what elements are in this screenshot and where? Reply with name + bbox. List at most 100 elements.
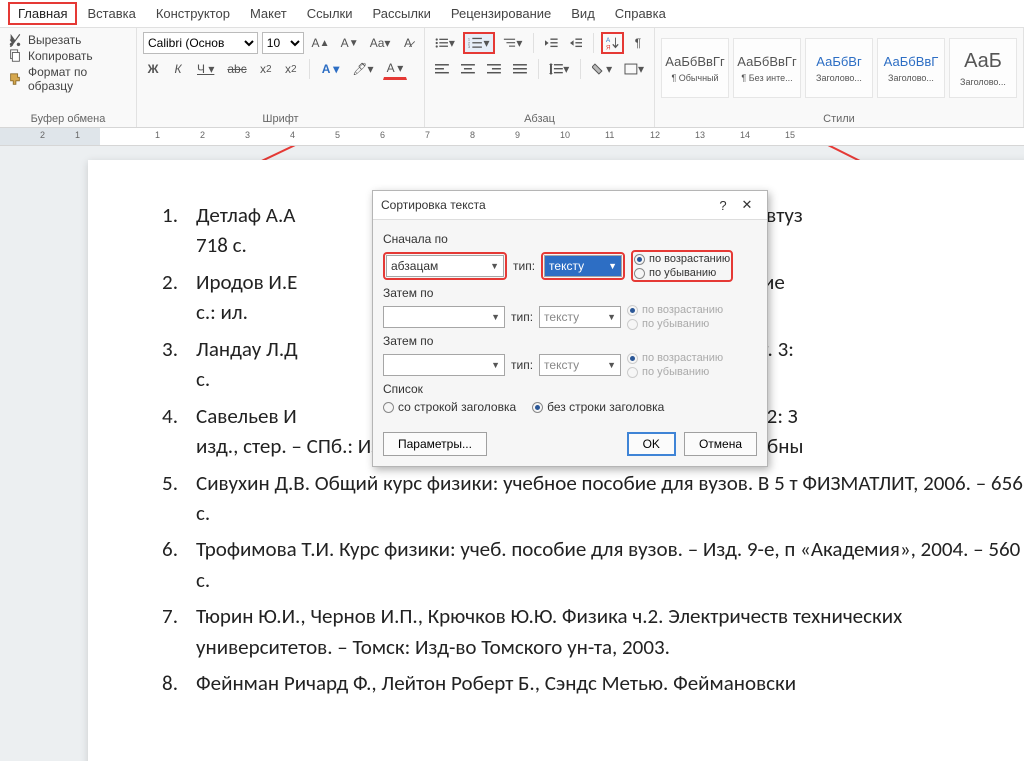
label-type3: тип: <box>511 358 533 372</box>
btn-ok[interactable]: OK <box>627 432 676 456</box>
dialog-title: Сортировка текста <box>381 198 486 212</box>
decrease-font-icon[interactable]: A▼ <box>337 32 362 54</box>
ribbon-tabs: Главная Вставка Конструктор Макет Ссылки… <box>0 0 1024 28</box>
radio-desc-3: по убыванию <box>627 366 723 378</box>
multilevel-list-icon[interactable]: ▾ <box>499 32 527 54</box>
btn-format-painter-label: Формат по образцу <box>28 65 128 93</box>
list-item: 8. Фейнман Ричард Ф., Лейтон Роберт Б., … <box>148 668 1024 698</box>
group-styles-label: Стили <box>661 113 1017 127</box>
copy-icon <box>8 49 22 63</box>
tab-review[interactable]: Рецензирование <box>441 2 561 25</box>
change-case-icon[interactable]: Aa▾ <box>366 32 394 54</box>
bold-icon[interactable]: Ж <box>143 58 163 80</box>
radio-descending[interactable]: по убыванию <box>634 267 730 279</box>
sort-field3-select[interactable]: ▼ <box>383 354 505 376</box>
tab-insert[interactable]: Вставка <box>77 2 145 25</box>
style-heading2[interactable]: АаБбВвГ Заголово... <box>877 38 945 98</box>
numbering-icon[interactable]: 123▾ <box>463 32 495 54</box>
tab-view[interactable]: Вид <box>561 2 605 25</box>
line-spacing-icon[interactable]: ▾ <box>545 58 573 80</box>
radio-without-header[interactable]: без строки заголовка <box>532 400 664 414</box>
ruler[interactable]: 2 1 1 2 3 4 5 6 7 8 9 10 11 12 13 14 15 <box>0 128 1024 146</box>
align-center-icon[interactable] <box>457 58 479 80</box>
svg-text:Я: Я <box>606 44 611 51</box>
group-clipboard-label: Буфер обмена <box>6 113 130 127</box>
sort-field-select[interactable]: абзацам▼ <box>386 255 504 277</box>
highlight-color-icon[interactable]: 🖊▾ <box>348 58 377 80</box>
bullets-icon[interactable]: ▾ <box>431 32 459 54</box>
btn-parameters[interactable]: Параметры... <box>383 432 487 456</box>
group-paragraph-label: Абзац <box>431 113 648 127</box>
strikethrough-icon[interactable]: abc <box>223 58 250 80</box>
font-size-select[interactable]: 10 <box>262 32 304 54</box>
radio-asc-2: по возрастанию <box>627 304 723 316</box>
label-first-by: Сначала по <box>383 232 757 246</box>
subscript-icon[interactable]: x2 <box>256 58 276 80</box>
shading-icon[interactable]: ▾ <box>588 58 616 80</box>
radio-asc-3: по возрастанию <box>627 352 723 364</box>
ribbon: Вырезать Копировать Формат по образцу Бу… <box>0 28 1024 128</box>
btn-cut[interactable]: Вырезать <box>6 32 130 48</box>
list-item: 7. Тюрин Ю.И., Чернов И.П., Крючков Ю.Ю.… <box>148 601 1024 662</box>
show-marks-icon[interactable]: ¶ <box>628 32 648 54</box>
style-no-spacing[interactable]: АаБбВвГг ¶ Без инте... <box>733 38 801 98</box>
label-type2: тип: <box>511 310 533 324</box>
svg-text:A: A <box>606 37 611 44</box>
btn-cancel[interactable]: Отмена <box>684 432 757 456</box>
sort-type3-select[interactable]: тексту▼ <box>539 354 621 376</box>
btn-cut-label: Вырезать <box>28 33 81 47</box>
label-then-by-1: Затем по <box>383 286 757 300</box>
list-item: 6. Трофимова Т.И. Курс физики: учеб. пос… <box>148 534 1024 595</box>
list-item: 5. Сивухин Д.В. Общий курс физики: учебн… <box>148 468 1024 529</box>
label-type: тип: <box>513 259 535 273</box>
tab-layout[interactable]: Макет <box>240 2 297 25</box>
group-font: Calibri (Основ 10 A▲ A▼ Aa▾ A̷ Ж К Ч ▾ a… <box>137 28 425 127</box>
group-styles: АаБбВвГг ¶ Обычный АаБбВвГг ¶ Без инте..… <box>655 28 1024 127</box>
btn-format-painter[interactable]: Формат по образцу <box>6 64 130 94</box>
label-list: Список <box>383 382 757 396</box>
decrease-indent-icon[interactable] <box>541 32 562 54</box>
dialog-close-icon[interactable]: ✕ <box>735 197 759 213</box>
svg-text:3: 3 <box>468 45 470 49</box>
label-then-by-2: Затем по <box>383 334 757 348</box>
tab-design[interactable]: Конструктор <box>146 2 240 25</box>
tab-references[interactable]: Ссылки <box>297 2 363 25</box>
svg-text:1: 1 <box>468 37 470 41</box>
tab-mailings[interactable]: Рассылки <box>363 2 441 25</box>
text-effects-icon[interactable]: A ▾ <box>318 58 344 80</box>
borders-icon[interactable]: ▾ <box>620 58 648 80</box>
increase-indent-icon[interactable] <box>566 32 587 54</box>
sort-type-select[interactable]: тексту▼ <box>544 255 622 277</box>
style-title[interactable]: АаБ Заголово... <box>949 38 1017 98</box>
dialog-titlebar: Сортировка текста ? ✕ <box>373 191 767 220</box>
format-painter-icon <box>8 72 22 86</box>
dialog-help-icon[interactable]: ? <box>711 198 735 213</box>
sort-field2-select[interactable]: ▼ <box>383 306 505 328</box>
style-normal[interactable]: АаБбВвГг ¶ Обычный <box>661 38 729 98</box>
align-right-icon[interactable] <box>483 58 505 80</box>
btn-copy-label: Копировать <box>28 49 93 63</box>
sort-icon[interactable]: AЯ <box>601 32 624 54</box>
group-paragraph: ▾ 123▾ ▾ AЯ ¶ <box>425 28 655 127</box>
cut-icon <box>8 33 22 47</box>
sort-type2-select[interactable]: тексту▼ <box>539 306 621 328</box>
italic-icon[interactable]: К <box>168 58 188 80</box>
underline-icon[interactable]: Ч ▾ <box>193 58 218 80</box>
tab-help[interactable]: Справка <box>605 2 676 25</box>
radio-desc-2: по убыванию <box>627 318 723 330</box>
group-font-label: Шрифт <box>143 113 418 127</box>
radio-with-header[interactable]: со строкой заголовка <box>383 400 516 414</box>
radio-ascending[interactable]: по возрастанию <box>634 253 730 265</box>
group-clipboard: Вырезать Копировать Формат по образцу Бу… <box>0 28 137 127</box>
increase-font-icon[interactable]: A▲ <box>308 32 333 54</box>
clear-format-icon[interactable]: A̷ <box>398 32 418 54</box>
btn-copy[interactable]: Копировать <box>6 48 130 64</box>
style-heading1[interactable]: АаБбВг Заголово... <box>805 38 873 98</box>
document-area: нумерация сортировка 1. Детлаф А.АXXXXXX… <box>0 146 1024 761</box>
tab-home[interactable]: Главная <box>8 2 77 25</box>
font-name-select[interactable]: Calibri (Основ <box>143 32 258 54</box>
font-color-icon[interactable]: A ▾ <box>383 58 408 80</box>
align-left-icon[interactable] <box>431 58 453 80</box>
align-justify-icon[interactable] <box>509 58 531 80</box>
superscript-icon[interactable]: x2 <box>281 58 301 80</box>
